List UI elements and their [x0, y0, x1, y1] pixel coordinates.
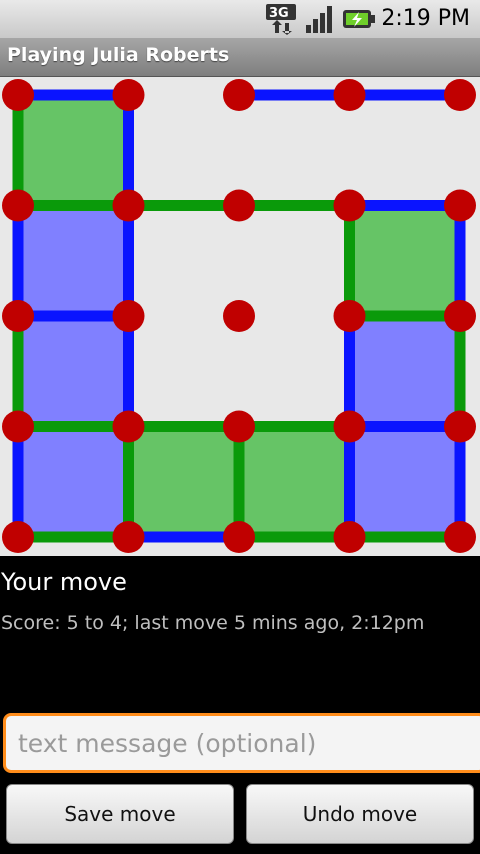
board-dot: [112, 79, 145, 111]
board-dot: [333, 300, 366, 332]
clock: 2:19 PM: [381, 6, 470, 31]
board-dot: [333, 189, 366, 222]
board-dot: [223, 521, 255, 553]
captured-box: [18, 205, 129, 316]
svg-text:3G: 3G: [269, 6, 289, 21]
captured-box: [18, 95, 129, 206]
captured-box: [349, 426, 460, 537]
undo-move-button[interactable]: Undo move: [246, 784, 474, 844]
board-dot: [2, 410, 34, 443]
board-dot: [223, 300, 255, 332]
board-dot: [333, 410, 366, 443]
board-dot: [223, 189, 255, 222]
board-dot: [112, 189, 145, 222]
board-dot: [444, 410, 476, 443]
board-dot: [2, 521, 34, 553]
game-board[interactable]: [0, 77, 480, 556]
captured-box: [18, 426, 129, 537]
3g-data-icon: 3G: [266, 4, 296, 35]
move-status: Your move: [1, 568, 127, 596]
board-dot: [2, 189, 34, 222]
board-dot: [223, 79, 255, 111]
save-move-button[interactable]: Save move: [6, 784, 234, 844]
board-dot: [444, 521, 476, 553]
board-dot: [333, 521, 366, 553]
board-dot: [444, 189, 476, 222]
board-dot: [112, 410, 145, 443]
board-dot: [2, 300, 34, 332]
battery-charging-icon: [343, 10, 375, 28]
status-bar: 3G 2:19 PM: [0, 0, 480, 38]
message-input[interactable]: [3, 713, 480, 773]
board-dot: [444, 79, 476, 111]
page-title: Playing Julia Roberts: [7, 44, 230, 66]
captured-box: [349, 316, 460, 427]
board-dot: [112, 521, 145, 553]
board-dot: [112, 300, 145, 332]
board-canvas[interactable]: [0, 77, 480, 556]
captured-box: [128, 426, 239, 537]
captured-box: [239, 426, 350, 537]
board-dot: [333, 79, 366, 111]
captured-box: [349, 205, 460, 316]
board-dot: [2, 79, 34, 111]
signal-strength-icon: [306, 6, 332, 33]
board-dot: [444, 300, 476, 332]
captured-box: [18, 316, 129, 427]
score-line: Score: 5 to 4; last move 5 mins ago, 2:1…: [1, 612, 425, 634]
title-bar: Playing Julia Roberts: [0, 38, 480, 77]
board-dot: [223, 410, 255, 443]
